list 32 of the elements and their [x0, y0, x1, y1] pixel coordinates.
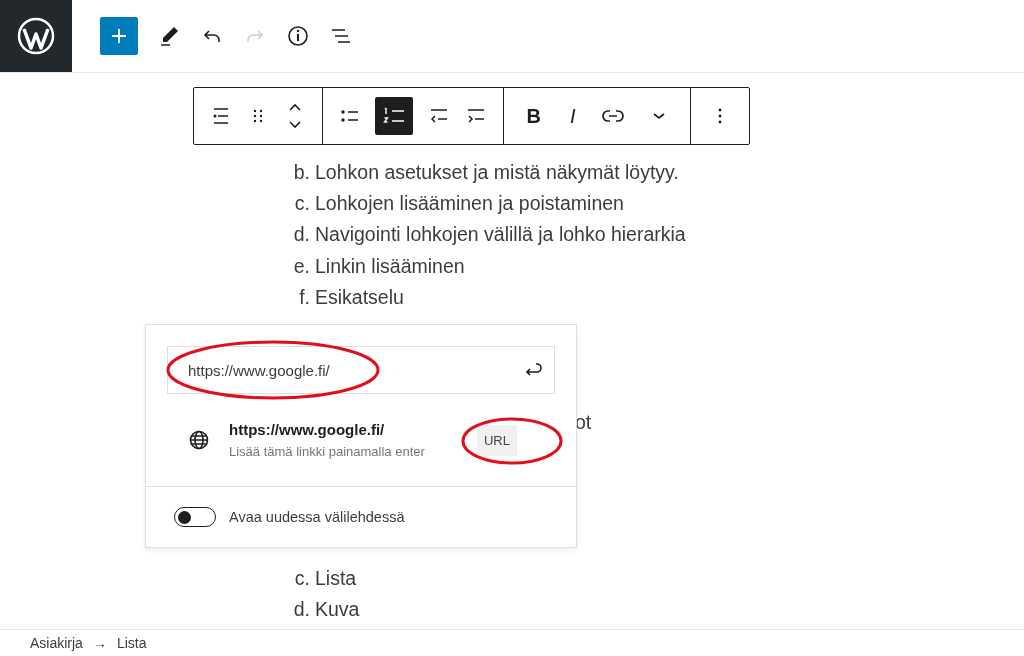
breadcrumb-separator: →: [92, 635, 107, 651]
toggle-switch[interactable]: [174, 507, 216, 527]
list-marker: e.: [292, 254, 311, 278]
list-marker: c.: [293, 192, 311, 216]
list-marker: f.: [298, 285, 311, 309]
list-marker: d.: [292, 223, 311, 247]
italic-button[interactable]: I: [565, 104, 580, 128]
suggestion-title: https://www.google.fi/: [229, 421, 386, 438]
list-item-text: Kuva: [315, 597, 360, 621]
plus-icon: [109, 26, 129, 46]
globe-icon: [187, 428, 211, 452]
bold-button[interactable]: B: [522, 104, 545, 128]
list-item-text: Lohkon asetukset ja mistä näkymät löytyy.: [315, 161, 679, 185]
list-item-text: Lista: [315, 566, 357, 590]
numbered-list-icon[interactable]: [375, 97, 414, 135]
url-field[interactable]: https://www.google.fi/: [167, 346, 555, 394]
list-marker: b.: [292, 161, 311, 185]
suggestion-hint: Lisää tämä linkki painamalla enter: [229, 444, 426, 459]
wordpress-logo[interactable]: [0, 0, 72, 72]
list-item-text: Lohkojen lisääminen ja poistaminen: [315, 192, 624, 216]
breadcrumb-item[interactable]: Lista: [116, 635, 147, 651]
link-suggestion[interactable]: https://www.google.fi/ Lisää tämä linkki painamalla enter URL: [167, 394, 555, 486]
toggle-label: Avaa uudessa välilehdessä: [229, 509, 405, 525]
list-marker: d.: [292, 597, 311, 621]
list-item-text: Esikatselu: [315, 285, 404, 309]
add-block-button[interactable]: [100, 17, 138, 55]
list-item-text: Navigointi lohkojen välillä ja lohko hierarkia: [315, 223, 686, 247]
breadcrumb-item[interactable]: Asiakirja: [30, 635, 83, 651]
info-icon[interactable]: [286, 24, 310, 48]
url-type-badge: URL: [477, 424, 517, 456]
list-marker: c.: [293, 566, 311, 590]
list-item-text: Linkin lisääminen: [315, 254, 465, 278]
